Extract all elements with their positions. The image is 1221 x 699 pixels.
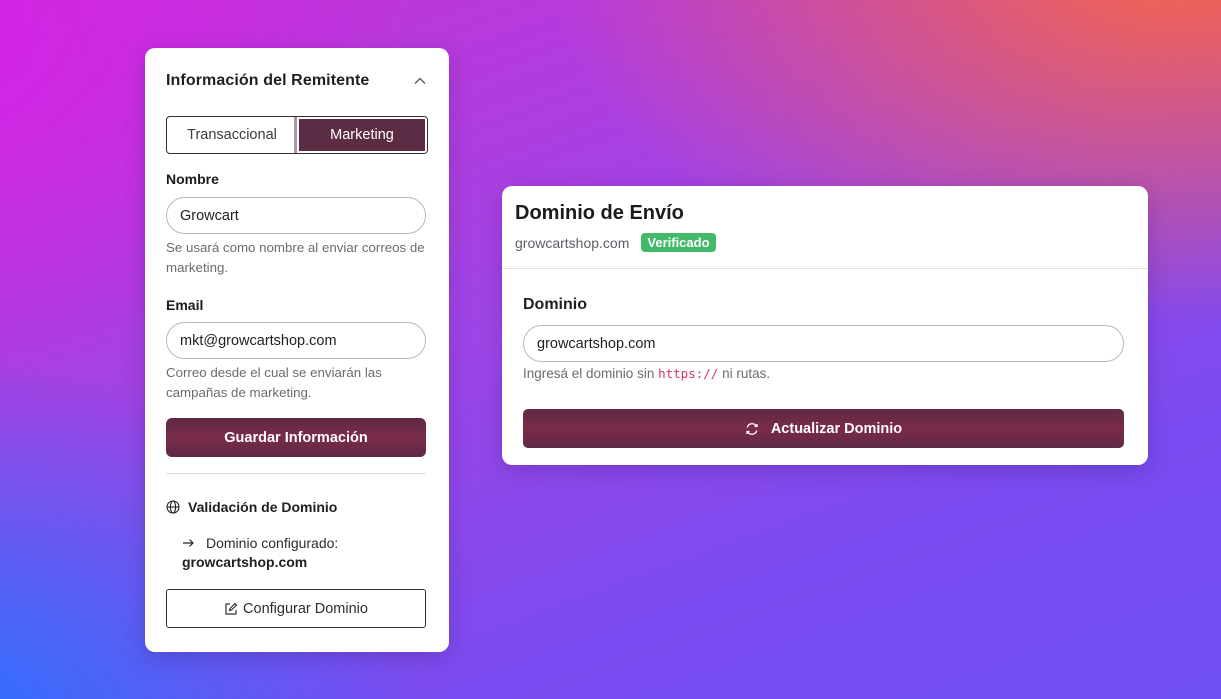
tab-transaccional[interactable]: Transaccional [167,117,297,153]
refresh-icon [746,422,758,435]
divider [166,473,426,474]
name-input[interactable]: Growcart [166,197,426,234]
sending-domain-card: Dominio de Envío growcartshop.com Verifi… [502,186,1148,465]
name-help-text: Se usará como nombre al enviar correos d… [166,240,425,275]
configure-domain-label: Configurar Dominio [243,600,368,617]
help-prefix: Ingresá el dominio sin [523,366,655,381]
email-label: Email [166,297,204,313]
status-badge: Verificado [641,233,716,252]
card-title: Información del Remitente [166,72,370,89]
divider [502,268,1148,269]
domain-status-row: growcartshop.com Verificado [515,233,716,252]
configure-domain-button[interactable]: Configurar Dominio [166,589,426,628]
domain-validation-heading: Validación de Dominio [166,499,337,515]
configured-domain-value: growcartshop.com [182,554,308,570]
arrow-right-icon [183,539,194,547]
update-domain-label: Actualizar Dominio [770,420,903,437]
domain-help-text: Ingresá el dominio sin https:// ni rutas… [523,366,770,381]
tab-marketing[interactable]: Marketing [297,117,427,153]
domain-label: Dominio [523,296,587,313]
sender-info-card: Información del Remitente Transaccional … [145,48,449,652]
sender-type-toggle: Transaccional Marketing [166,116,428,154]
save-info-button[interactable]: Guardar Información [166,418,426,457]
update-domain-button[interactable]: Actualizar Dominio [523,409,1124,448]
configured-domain-row: Dominio configurado: [182,535,338,551]
validation-title: Validación de Dominio [188,499,338,515]
globe-icon [166,500,180,514]
email-input[interactable]: mkt@growcartshop.com [166,322,426,359]
current-domain: growcartshop.com [515,234,630,251]
card-title: Dominio de Envío [515,202,684,224]
help-suffix: ni rutas. [722,366,771,381]
name-label: Nombre [166,171,219,187]
email-help-text: Correo desde el cual se enviarán las cam… [166,365,382,400]
chevron-up-icon[interactable] [413,74,427,88]
domain-input[interactable]: growcartshop.com [523,325,1124,362]
help-code: https:// [658,366,719,381]
configured-domain-label: Dominio configurado: [206,535,339,551]
edit-icon [225,602,238,615]
